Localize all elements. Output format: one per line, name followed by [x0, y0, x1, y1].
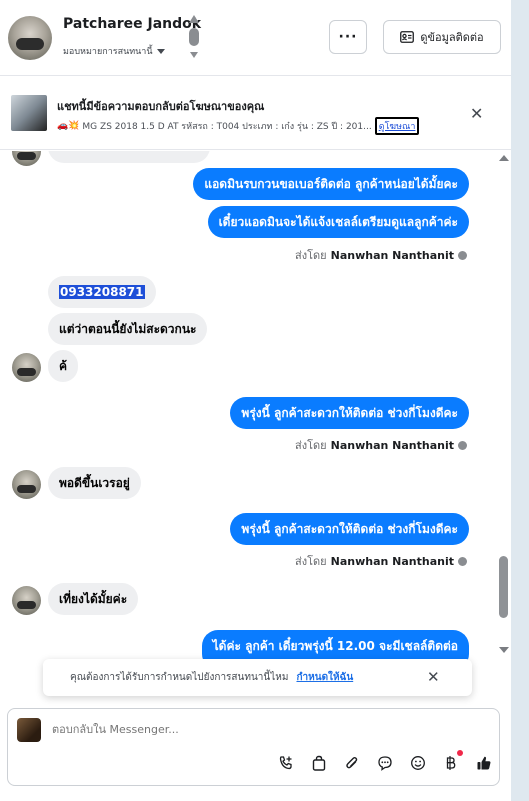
contact-avatar[interactable]: [8, 16, 52, 60]
message-thread[interactable]: แอดมินรบกวนขอเบอร์ติดต่อ ลูกค้าหน่อยได้ม…: [0, 151, 497, 661]
sent-by-prefix: ส่งโดย: [295, 555, 327, 568]
more-dots-icon: ···: [338, 29, 358, 45]
baht-icon[interactable]: [441, 750, 463, 773]
message-bubble-outgoing[interactable]: แอดมินรบกวนขอเบอร์ติดต่อ ลูกค้าหน่อยได้ม…: [193, 168, 469, 200]
sent-by-label: ส่งโดย Nanwhan Nanthanit: [295, 436, 467, 454]
chevron-down-icon[interactable]: [190, 52, 198, 58]
sender-name: Nanwhan Nanthanit: [330, 248, 454, 262]
message-bubble-incoming-partial: [48, 151, 210, 163]
car-emoji-icon: 🚗💥: [57, 121, 80, 131]
page-avatar: [17, 718, 41, 742]
message-bubble-incoming[interactable]: เที่ยงได้มั้ยค่ะ: [48, 583, 139, 615]
view-ad-link[interactable]: ดูโฆษณา: [374, 117, 420, 135]
assign-prompt-toast: คุณต้องการได้รับการกำหนดไปยังการสนทนานี้…: [43, 659, 472, 696]
sent-by-prefix: ส่งโดย: [295, 439, 327, 452]
assign-label: มอบหมายการสนทนานี้: [63, 47, 153, 57]
ad-reply-banner: แชทนี้มีข้อความตอบกลับต่อโฆษณาของคุณ 🚗💥 …: [0, 77, 511, 150]
info-icon[interactable]: [458, 250, 467, 260]
conversation-header: Patcharee Jandok มอบหมายการสนทนานี้ ··· …: [0, 0, 511, 76]
ad-thumbnail: [11, 95, 47, 131]
paperclip-icon[interactable]: [342, 753, 362, 773]
view-contact-info-button[interactable]: ดูข้อมูลติดต่อ: [383, 20, 501, 54]
window-edge: [511, 0, 529, 801]
message-bubble-outgoing[interactable]: ได้ค่ะ ลูกค้า เดี๋ยวพรุ่งนี้ 12.00 จะมีเ…: [201, 630, 469, 661]
message-bubble-outgoing[interactable]: พรุ่งนี้ ลูกค้าสะดวกให้ติดต่อ ช่วงกี่โมง…: [230, 397, 469, 429]
messenger-panel: Patcharee Jandok มอบหมายการสนทนานี้ ··· …: [0, 0, 511, 801]
reply-input[interactable]: [52, 723, 472, 736]
info-icon[interactable]: [458, 556, 467, 566]
sender-name: Nanwhan Nanthanit: [330, 554, 454, 568]
message-bubble-incoming[interactable]: 0933208871: [48, 276, 156, 308]
selected-phone-number[interactable]: 0933208871: [59, 285, 145, 299]
chevron-down-icon: [156, 48, 165, 54]
ad-details: MG ZS 2018 1.5 D AT รหัสรถ : T004 ประเภท…: [82, 122, 372, 132]
composer-toolbar: [276, 750, 494, 773]
contact-card-icon: [400, 31, 415, 43]
close-icon[interactable]: ✕: [427, 668, 440, 686]
contact-avatar-small: [12, 586, 41, 615]
message-bubble-outgoing[interactable]: เดี๋ยวแอดมินจะได้แจ้งเชลล์เตรียมดูแลลูกค…: [207, 206, 469, 238]
thumbs-up-icon[interactable]: [474, 753, 494, 773]
assign-prompt-text: คุณต้องการได้รับการกำหนดไปยังการสนทนานี้…: [70, 672, 289, 683]
reply-composer: [7, 708, 500, 786]
chat-bubble-icon[interactable]: [375, 753, 395, 773]
chevron-up-icon[interactable]: [189, 15, 199, 23]
close-icon[interactable]: ✕: [470, 104, 483, 123]
ad-details-row: 🚗💥 MG ZS 2018 1.5 D AT รหัสรถ : T004 ประ…: [57, 117, 420, 135]
more-options-button[interactable]: ···: [329, 20, 367, 54]
assign-to-me-link[interactable]: กำหนดให้ฉัน: [296, 670, 353, 685]
scroll-down-arrow[interactable]: [499, 647, 509, 653]
sent-by-label: ส่งโดย Nanwhan Nanthanit: [295, 246, 467, 264]
smiley-icon[interactable]: [408, 753, 428, 773]
conversation-pager[interactable]: [188, 15, 200, 61]
bag-icon[interactable]: [309, 753, 329, 773]
assign-conversation-dropdown[interactable]: มอบหมายการสนทนานี้: [63, 44, 165, 58]
notification-dot: [457, 750, 463, 756]
contact-avatar-small: [12, 470, 41, 499]
scroll-up-arrow[interactable]: [499, 155, 509, 161]
ad-banner-title: แชทนี้มีข้อความตอบกลับต่อโฆษณาของคุณ: [57, 100, 265, 113]
sent-by-label: ส่งโดย Nanwhan Nanthanit: [295, 552, 467, 570]
pager-handle: [189, 28, 199, 46]
contact-avatar-small: [12, 151, 41, 166]
sent-by-prefix: ส่งโดย: [295, 249, 327, 262]
scrollbar-thumb[interactable]: [499, 556, 508, 618]
message-bubble-outgoing[interactable]: พรุ่งนี้ ลูกค้าสะดวกให้ติดต่อ ช่วงกี่โมง…: [230, 513, 469, 545]
message-bubble-incoming[interactable]: ค้: [48, 350, 79, 382]
info-icon[interactable]: [458, 440, 467, 450]
phone-plus-icon[interactable]: [276, 753, 296, 773]
message-bubble-incoming[interactable]: แต่ว่าตอนนี้ยังไม่สะดวกนะ: [48, 313, 208, 345]
contact-name[interactable]: Patcharee Jandok: [63, 16, 201, 32]
contact-avatar-small: [12, 353, 41, 382]
message-bubble-incoming[interactable]: พอดีขึ้นเวรอยู่: [48, 467, 141, 499]
sender-name: Nanwhan Nanthanit: [330, 438, 454, 452]
contact-info-label: ดูข้อมูลติดต่อ: [420, 31, 484, 44]
